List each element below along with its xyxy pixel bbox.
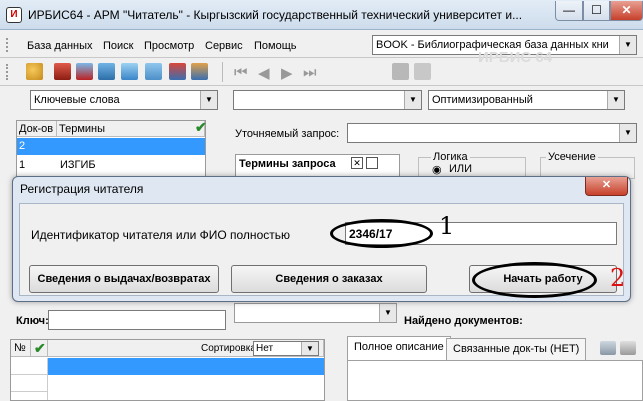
first-record-icon[interactable]: ⏮ [234, 64, 248, 81]
search-type-value: Ключевые слова [34, 94, 120, 106]
chevron-down-icon: ▼ [404, 91, 421, 109]
key-input[interactable] [48, 310, 226, 330]
window-title: ИРБИС64 - АРМ "Читатель" - Кыргызский го… [28, 8, 523, 22]
check-icon: ✔ [34, 340, 46, 356]
logic-or-option[interactable]: ИЛИ [449, 163, 472, 175]
chevron-down-icon: ▼ [607, 91, 624, 109]
query-terms-header: Термины запроса [239, 158, 336, 170]
key-label: Ключ: [16, 315, 49, 327]
table-row-selected[interactable] [17, 138, 205, 155]
mode-select[interactable]: Оптимизированный ▼ [428, 90, 625, 110]
chevron-down-icon: ▼ [619, 36, 636, 54]
mode-value: Оптимизированный [432, 94, 533, 106]
radio-icon[interactable]: ◉ [432, 163, 442, 176]
menu-search[interactable]: Поиск [103, 40, 133, 52]
prev-record-icon[interactable]: ◀ [258, 64, 270, 82]
second-filter-select[interactable]: ▼ [233, 90, 422, 110]
maximize-button[interactable]: ☐ [583, 1, 610, 21]
table-row-docs: 2 [19, 140, 26, 152]
last-record-icon[interactable]: ⏭ [303, 64, 317, 81]
sort-icon[interactable] [145, 63, 162, 80]
annotation-oval-button [472, 262, 597, 298]
refine-query-select[interactable]: ▼ [347, 123, 637, 143]
description-panel [347, 360, 643, 401]
minimize-button[interactable]: — [555, 1, 583, 21]
sort-value: Нет [256, 343, 274, 354]
toolbar-grip [6, 64, 11, 80]
menu-help[interactable]: Помощь [254, 40, 297, 52]
col-num-header[interactable]: № [11, 340, 31, 357]
close-button[interactable]: ✕ [610, 1, 643, 21]
sort-select[interactable]: Нет ▼ [253, 341, 319, 356]
dialog-close-button[interactable]: ✕ [585, 177, 628, 196]
menu-view[interactable]: Просмотр [144, 40, 194, 52]
table-row-selected[interactable] [48, 358, 324, 375]
chevron-down-icon: ▼ [619, 124, 636, 142]
cart-icon[interactable] [600, 341, 616, 355]
export-icon[interactable] [121, 63, 138, 80]
order-icon[interactable] [76, 63, 93, 80]
watermark-text: ИРБИС 64 [478, 49, 553, 66]
logic-label: Логика [431, 151, 470, 163]
tag-icon[interactable] [620, 341, 636, 355]
col-terms-header[interactable]: Термины [57, 121, 205, 137]
annotation-oval-input [330, 219, 433, 248]
col-check-header[interactable]: ✔ [31, 340, 48, 357]
chevron-down-icon: ▼ [301, 342, 318, 355]
menu-service[interactable]: Сервис [205, 40, 243, 52]
search-type-select[interactable]: Ключевые слова ▼ [30, 90, 218, 110]
bookmark-icon[interactable] [169, 63, 186, 80]
next-record-icon[interactable]: ▶ [281, 64, 293, 82]
annotation-number-2: 2 [610, 264, 626, 292]
loans-info-button[interactable]: Сведения о выдачах/возвратах [29, 265, 219, 293]
basket-icon[interactable] [54, 63, 71, 80]
table-row-docs[interactable]: 1 [19, 159, 25, 171]
refine-query-label: Уточняемый запрос: [235, 128, 340, 140]
app-icon: И [6, 7, 22, 23]
print-icon[interactable] [392, 63, 409, 80]
check-icon: ✔ [195, 119, 207, 135]
found-label: Найдено документов: [404, 315, 523, 327]
menu-database[interactable]: База данных [27, 40, 93, 52]
menu-grip [6, 38, 11, 52]
dialog-title: Регистрация читателя [20, 182, 144, 196]
tab-full-description[interactable]: Полное описание [347, 336, 451, 360]
sort-label: Сортировка [201, 343, 256, 354]
orders-info-button[interactable]: Сведения о заказах [231, 265, 427, 293]
row-number-column [11, 358, 48, 400]
col-docs-header[interactable]: Док-ов [17, 121, 57, 137]
reader-icon[interactable] [26, 63, 43, 80]
annotation-number-1: 1 [439, 212, 455, 240]
copy-icon[interactable] [414, 63, 431, 80]
results-select[interactable]: ▼ [234, 303, 397, 323]
truncation-label: Усечение [546, 151, 598, 163]
close-icon[interactable]: ✕ [351, 157, 363, 169]
table-row-term[interactable]: ИЗГИБ [60, 159, 96, 171]
chevron-down-icon: ▼ [379, 304, 396, 322]
checkbox-icon[interactable] [366, 157, 378, 169]
books-icon[interactable] [191, 63, 208, 80]
print-list-icon[interactable] [98, 63, 115, 80]
chevron-down-icon: ▼ [200, 91, 217, 109]
toolbar-separator [222, 62, 223, 82]
reader-id-label: Идентификатор читателя или ФИО полностью [31, 228, 290, 242]
tab-linked-docs[interactable]: Связанные док-ты (НЕТ) [446, 338, 587, 360]
